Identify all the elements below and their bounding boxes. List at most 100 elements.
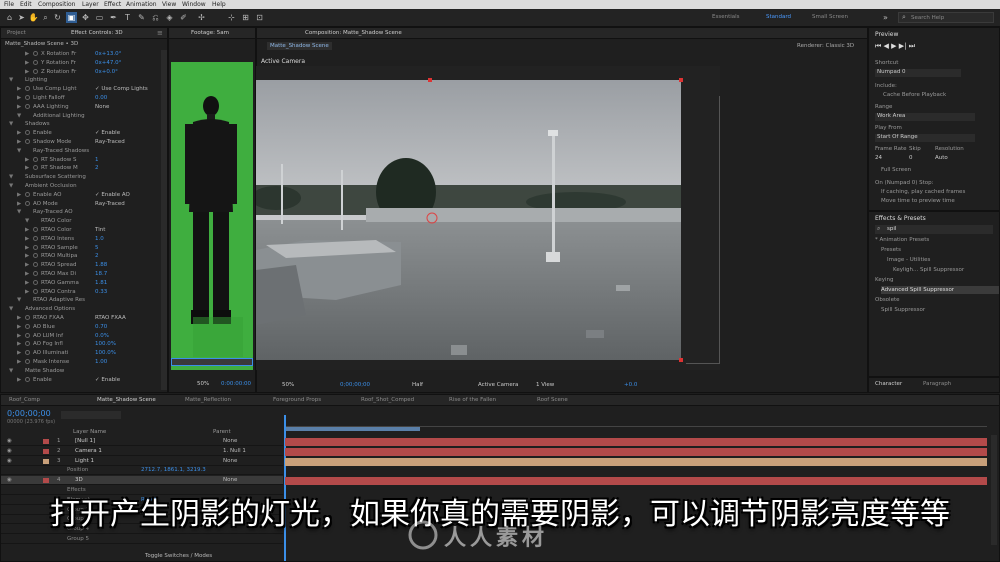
timeline-layer-row[interactable]: ◉ 2 Camera 1 1. Null 1 <box>1 447 283 456</box>
menu-help[interactable]: Help <box>212 1 226 8</box>
menu-layer[interactable]: Layer <box>82 1 99 8</box>
move-time-checkbox[interactable]: Move time to preview time <box>881 198 955 204</box>
rectangle-tool-icon[interactable]: ▭ <box>94 12 105 23</box>
effect-property-value[interactable]: 1.88 <box>95 261 107 269</box>
effect-property-value[interactable]: None <box>95 103 109 111</box>
comp-camera[interactable]: Active Camera <box>478 382 518 388</box>
stopwatch-icon[interactable] <box>25 376 30 382</box>
stopwatch-icon[interactable] <box>25 191 30 197</box>
visibility-eye-icon[interactable]: ◉ <box>7 447 12 456</box>
work-area-bar[interactable] <box>285 427 420 431</box>
disclosure-triangle-icon[interactable]: ▶ <box>25 156 29 164</box>
effect-property-value[interactable]: Ray-Traced <box>95 200 125 208</box>
layer-name[interactable]: Light 1 <box>75 457 94 466</box>
effects-list-item[interactable]: * Animation Presets <box>875 236 993 244</box>
puppet-tool-icon[interactable]: ✢ <box>196 12 207 23</box>
effects-search-field[interactable]: ⌕ spil <box>875 225 993 234</box>
col-layer-name[interactable]: Layer Name <box>73 429 106 435</box>
effect-property-value[interactable]: 2 <box>95 164 99 172</box>
comp-time[interactable]: 0;00;00;00 <box>340 382 370 388</box>
disclosure-triangle-icon[interactable]: ▼ <box>17 208 21 216</box>
disclosure-triangle-icon[interactable]: ▶ <box>17 358 21 366</box>
workspace-essentials[interactable]: Essentials <box>712 14 740 20</box>
roto-brush-tool-icon[interactable]: ✐ <box>178 12 189 23</box>
menu-view[interactable]: View <box>162 1 176 8</box>
eraser-tool-icon[interactable]: ◈ <box>164 12 175 23</box>
layer-name[interactable]: [Null 1] <box>75 437 95 446</box>
timeline-search-field[interactable] <box>61 411 121 419</box>
stopwatch-icon[interactable] <box>25 315 30 320</box>
effect-property-value[interactable]: 0x+13.0° <box>95 50 121 58</box>
brush-tool-icon[interactable]: ✎ <box>136 12 147 23</box>
home-icon[interactable]: ⌂ <box>4 12 15 23</box>
camera-tool-icon[interactable]: ▣ <box>66 12 77 23</box>
layer-name[interactable]: Camera 1 <box>75 447 102 456</box>
stopwatch-icon[interactable] <box>25 341 30 347</box>
disclosure-triangle-icon[interactable]: ▶ <box>17 314 21 322</box>
comp-corner-handle[interactable] <box>679 78 683 82</box>
comp-subtab[interactable]: Matte_Shadow Scene <box>267 42 332 50</box>
stopwatch-icon[interactable] <box>25 200 30 206</box>
disclosure-triangle-icon[interactable]: ▶ <box>25 235 29 243</box>
selection-tool-icon[interactable]: ➤ <box>16 12 27 23</box>
layer-label-color[interactable] <box>43 458 49 464</box>
layer-label-color[interactable] <box>43 478 49 484</box>
disclosure-triangle-icon[interactable]: ▼ <box>17 147 21 155</box>
timeline-tab[interactable]: Roof_Shot_Comped <box>361 397 414 403</box>
disclosure-triangle-icon[interactable]: ▶ <box>17 103 21 111</box>
disclosure-triangle-icon[interactable]: ▼ <box>9 182 13 190</box>
layer-parent-select[interactable]: None <box>223 476 237 485</box>
comp-corner-handle[interactable] <box>428 78 432 82</box>
timeline-tab[interactable]: Foreground Props <box>273 397 321 403</box>
layer-name[interactable]: 3D <box>75 476 83 485</box>
axis-world-icon[interactable]: ⊞ <box>240 12 251 23</box>
menu-file[interactable]: File <box>4 1 14 8</box>
clone-stamp-tool-icon[interactable]: ⎌ <box>150 12 161 23</box>
axis-mode-icon[interactable]: ⊹ <box>226 12 237 23</box>
menu-window[interactable]: Window <box>182 1 206 8</box>
disclosure-triangle-icon[interactable]: ▶ <box>25 261 29 269</box>
menu-edit[interactable]: Edit <box>20 1 32 8</box>
disclosure-triangle-icon[interactable]: ▼ <box>9 367 13 375</box>
effect-property-value[interactable]: 2 <box>95 252 99 260</box>
footage-zoom[interactable]: 50% <box>197 381 209 387</box>
disclosure-triangle-icon[interactable]: ▶ <box>17 138 21 146</box>
layer-duration-bar[interactable] <box>285 457 987 466</box>
comp-corner-handle[interactable] <box>679 358 683 362</box>
layer-duration-bar[interactable] <box>285 477 987 486</box>
last-frame-icon[interactable]: ⏭ <box>909 42 915 50</box>
effect-property-value[interactable]: 0x+47.0° <box>95 59 121 67</box>
layer-name[interactable]: Position <box>67 466 88 475</box>
stopwatch-icon[interactable] <box>25 130 30 136</box>
disclosure-triangle-icon[interactable]: ▶ <box>25 59 29 67</box>
disclosure-triangle-icon[interactable]: ▼ <box>9 173 13 181</box>
disclosure-triangle-icon[interactable]: ▶ <box>25 270 29 278</box>
workspace-small-screen[interactable]: Small Screen <box>812 14 848 20</box>
timeline-layer-row[interactable]: ◉ 3 Light 1 None <box>1 457 283 466</box>
stopwatch-icon[interactable] <box>33 227 38 232</box>
resolution-select[interactable]: Auto <box>935 155 948 161</box>
disclosure-triangle-icon[interactable]: ▼ <box>9 305 13 313</box>
rotate-tool-icon[interactable]: ↻ <box>52 12 63 23</box>
layer-label-color[interactable] <box>43 448 49 454</box>
effect-property-value[interactable]: Ray-Traced <box>95 138 125 146</box>
effects-list-item[interactable]: Advanced Spill Suppressor <box>881 286 999 294</box>
effect-property-value[interactable]: 100.0% <box>95 349 116 357</box>
disclosure-triangle-icon[interactable]: ▶ <box>17 376 21 384</box>
effect-property-value[interactable]: ✓ Enable <box>95 376 120 384</box>
play-from-select[interactable]: Start Of Range <box>875 134 975 142</box>
prev-frame-icon[interactable]: ◀ <box>884 42 889 50</box>
stopwatch-icon[interactable] <box>25 323 30 329</box>
stopwatch-icon[interactable] <box>33 262 38 268</box>
effect-controls-scrollbar[interactable] <box>161 50 167 390</box>
effects-list-item[interactable]: Presets <box>881 246 999 254</box>
disclosure-triangle-icon[interactable]: ▶ <box>25 68 29 76</box>
tab-paragraph[interactable]: Paragraph <box>923 381 951 387</box>
menu-effect[interactable]: Effect <box>104 1 121 8</box>
stopwatch-icon[interactable] <box>33 244 38 250</box>
disclosure-triangle-icon[interactable]: ▶ <box>17 200 21 208</box>
hand-tool-icon[interactable]: ✋ <box>28 12 39 23</box>
effect-property-value[interactable]: 1.81 <box>95 279 107 287</box>
effect-property-value[interactable]: 1.00 <box>95 358 107 366</box>
stopwatch-icon[interactable] <box>25 86 30 92</box>
